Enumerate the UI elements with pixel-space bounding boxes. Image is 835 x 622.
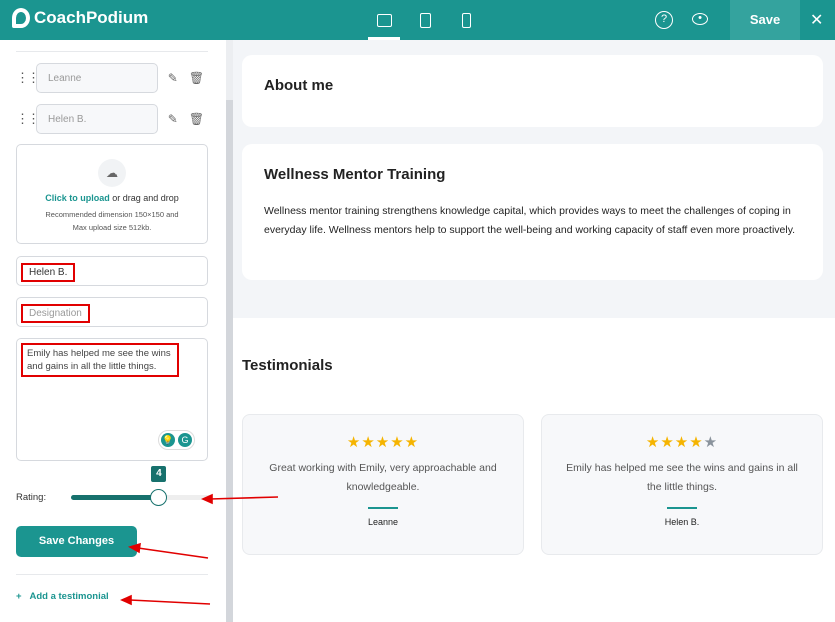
arrowhead xyxy=(120,594,132,606)
arrowhead xyxy=(201,493,213,505)
annotation-arrow xyxy=(137,547,209,559)
annotation-arrow xyxy=(209,496,279,500)
annotation-arrows xyxy=(120,493,279,606)
arrowhead xyxy=(127,542,141,554)
annotation-arrow xyxy=(129,599,211,605)
